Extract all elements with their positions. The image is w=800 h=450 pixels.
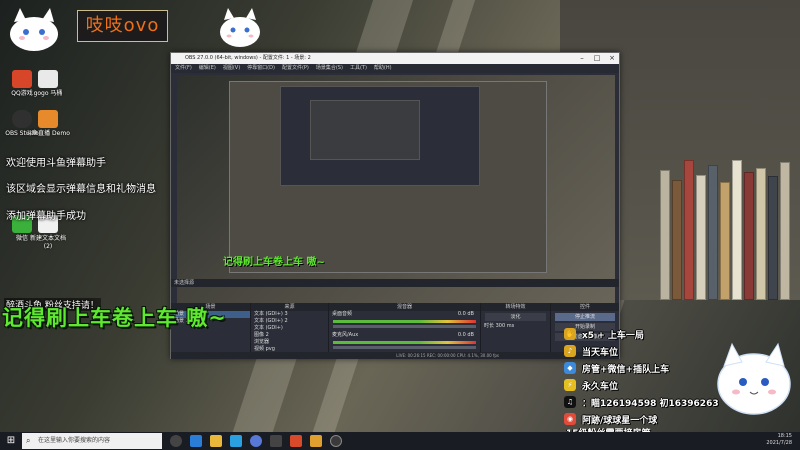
info-line: ♪ 当天车位: [562, 343, 742, 360]
system-tray[interactable]: 18:15 2021/7/28: [766, 433, 792, 447]
obs-icon[interactable]: [330, 435, 342, 447]
menu-docks[interactable]: 停靠窗口(D): [247, 65, 275, 71]
danmu-notice-success: 添加弹幕助手成功: [6, 211, 86, 222]
danmu-notice-area: 该区域会显示弹幕信息和礼物消息: [6, 184, 156, 195]
info-line: ◆ 房管+微信+插队上车: [562, 360, 742, 377]
obs-title-text: OBS 27.0.0 (64-bit, windows) - 配置文件: 1 -…: [185, 55, 311, 61]
source-item[interactable]: 文本 (GDI+) 2: [251, 318, 328, 325]
app-icon[interactable]: [230, 435, 242, 447]
menu-help[interactable]: 帮助(H): [374, 65, 392, 71]
desktop-icon-douyu-demo[interactable]: 斗鱼直播 Demo: [26, 110, 70, 138]
source-item[interactable]: 浏览器: [251, 339, 328, 346]
transitions-dock: 转场特效 淡化 时长 300 ms: [481, 303, 551, 358]
obs-statusbar: LIVE: 00:26:15 REC: 00:00:00 CPU: 4.1%, …: [171, 352, 619, 359]
search-icon: ⌕: [26, 436, 31, 445]
volume-meter: [333, 320, 476, 323]
preview-subtitle: 记得刷上车卷上车 嗷~: [223, 257, 325, 268]
obs-docks: 场景 场景 场景 2 来源 文本 (GDI+) 3 文本 (GDI+) 2 文本…: [171, 303, 619, 358]
edge-icon[interactable]: [190, 435, 202, 447]
weibo-icon: ◉: [564, 413, 576, 425]
taskbar: ⊞ ⌕ 在这里输入你要搜索的内容 18:15 2021/7/28: [0, 432, 800, 450]
douyu-icon[interactable]: [310, 435, 322, 447]
minimize-button[interactable]: –: [575, 53, 589, 64]
cat-mascot-top-left: [10, 8, 58, 51]
menu-profile[interactable]: 配置文件(P): [282, 65, 309, 71]
mixer-channel-label: 麦克风/Aux 0.0 dB: [332, 332, 474, 338]
stop-streaming-button[interactable]: 停止推流: [555, 313, 615, 321]
clock-date: 2021/7/28: [766, 440, 792, 446]
source-item[interactable]: 文本 (GDI+): [251, 325, 328, 332]
volume-slider[interactable]: [333, 325, 476, 328]
sources-dock: 来源 文本 (GDI+) 3 文本 (GDI+) 2 文本 (GDI+) 图像 …: [251, 303, 329, 358]
app-icon[interactable]: [270, 435, 282, 447]
windows-icon: ⊞: [6, 435, 16, 446]
cat-mascot-top-right: [220, 8, 260, 47]
tiktok-icon: ♫: [564, 396, 576, 408]
streamer-name: 吱吱ovo: [85, 15, 160, 36]
document-icon: [38, 70, 58, 88]
menu-file[interactable]: 文件(F): [175, 65, 192, 71]
source-item[interactable]: 文本 (GDI+) 3: [251, 311, 328, 318]
menu-view[interactable]: 视图(V): [223, 65, 240, 71]
maximize-button[interactable]: □: [590, 53, 604, 64]
streamer-info-list: ✋ x5 + 上车一局 ♪ 当天车位 ◆ 房管+微信+插队上车 ⚡ 永久车位 ♫ ：瞄12…: [562, 326, 742, 428]
speaker-icon: ♪: [564, 345, 576, 357]
taskbar-search-input[interactable]: ⌕ 在这里输入你要搜索的内容: [22, 433, 162, 449]
obs-titlebar[interactable]: OBS 27.0.0 (64-bit, windows) - 配置文件: 1 -…: [171, 53, 619, 64]
transition-duration[interactable]: 时长 300 ms: [481, 323, 550, 330]
lightning-icon: ⚡: [564, 379, 576, 391]
douyu-icon: [38, 110, 58, 128]
menu-edit[interactable]: 编辑(E): [199, 65, 216, 71]
hand-icon: ✋: [564, 328, 576, 340]
start-button[interactable]: ⊞: [0, 432, 22, 450]
transition-select[interactable]: 淡化: [485, 313, 546, 321]
volume-meter: [333, 341, 476, 344]
info-line: ✋ x5 + 上车一局: [564, 328, 644, 341]
menu-tools[interactable]: 工具(T): [350, 65, 367, 71]
menu-scene-collection[interactable]: 场景集合(S): [316, 65, 343, 71]
streamer-name-banner: 吱吱ovo: [77, 10, 168, 42]
close-button[interactable]: ×: [605, 53, 619, 64]
water-icon: ◆: [564, 362, 576, 374]
info-line: ⚡ 永久车位: [562, 377, 742, 394]
info-line: ♫ ：瞄126194598 初16396263: [562, 394, 742, 411]
desktop-icon-gogo[interactable]: gogo 马桶: [26, 70, 70, 98]
danmu-notice-welcome: 欢迎使用斗鱼弹幕助手: [6, 158, 106, 169]
volume-slider[interactable]: [333, 346, 476, 349]
mixer-dock: 混音器 桌面音频 0.0 dB 麦克风/Aux 0.0 dB: [329, 303, 481, 358]
steam-icon[interactable]: [250, 435, 262, 447]
task-view-icon[interactable]: [170, 435, 182, 447]
subtitle-overlay: 记得刷上车卷上车 嗷~: [2, 306, 227, 330]
obs-window[interactable]: OBS 27.0.0 (64-bit, windows) - 配置文件: 1 -…: [170, 52, 620, 359]
obs-source-status: 未选择源: [171, 279, 619, 287]
obs-menubar: 文件(F) 编辑(E) 视图(V) 停靠窗口(D) 配置文件(P) 场景集合(S) 工具(T…: [171, 64, 619, 73]
app-icon[interactable]: [290, 435, 302, 447]
clock-time: 18:15: [777, 433, 792, 439]
mixer-channel-label: 桌面音频 0.0 dB: [332, 311, 474, 317]
nested-preview: [229, 81, 547, 273]
file-explorer-icon[interactable]: [210, 435, 222, 447]
source-item[interactable]: 图像 2: [251, 332, 328, 339]
